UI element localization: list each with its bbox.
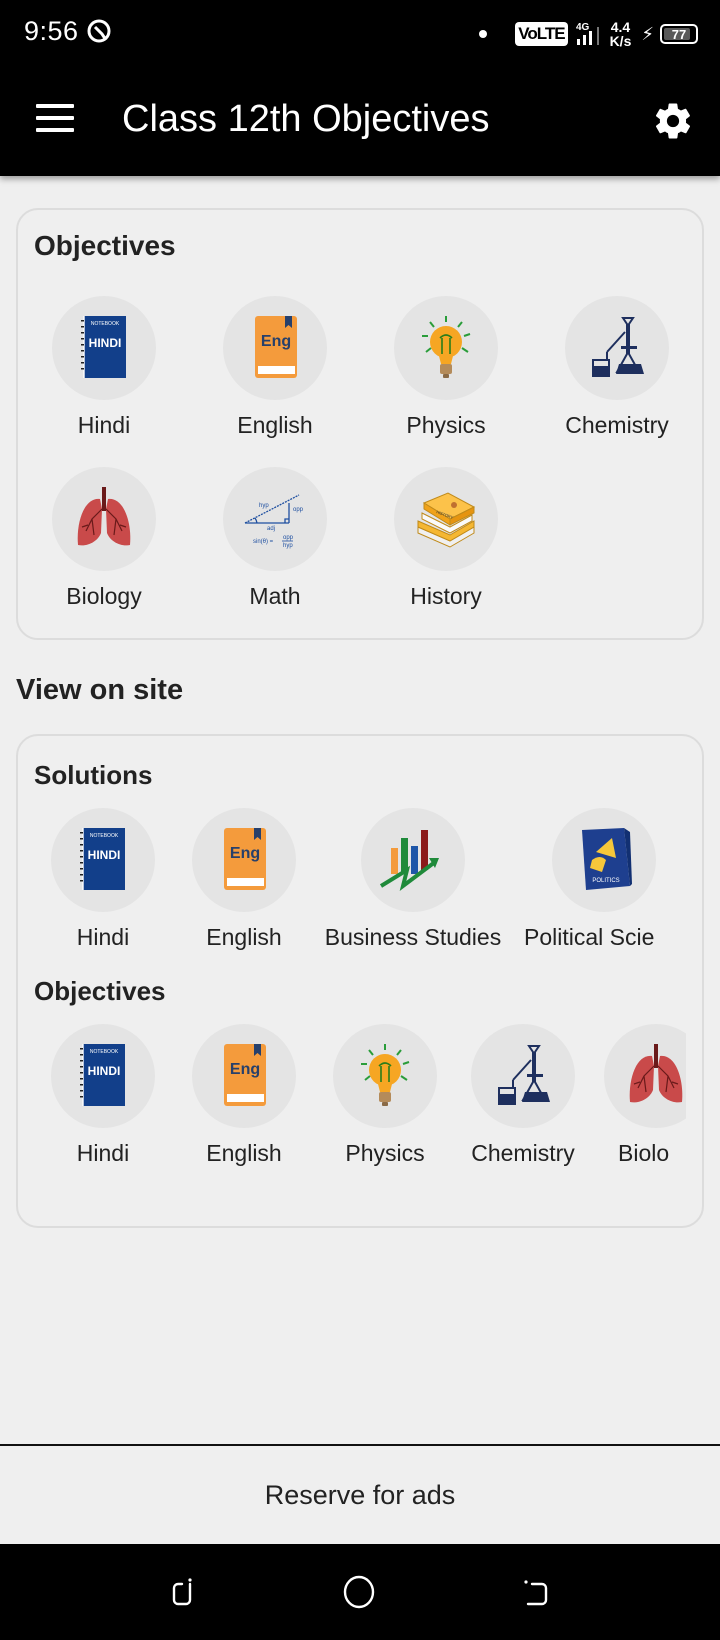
lightbulb-icon: [410, 312, 482, 384]
home-icon[interactable]: [341, 1574, 377, 1610]
charging-icon: ⚡: [641, 23, 654, 44]
item-label: Hindi: [76, 1140, 130, 1166]
hindi-notebook-icon: [67, 824, 139, 896]
ad-banner-text: Reserve for ads: [264, 1479, 456, 1510]
lungs-icon: [68, 483, 140, 555]
item-label: History: [410, 583, 482, 609]
network-speed: 4.4 K/s: [610, 20, 632, 48]
item-label: Math: [249, 583, 301, 609]
status-bar: 9:56 VoLTE 4G 4.4 K/s ⚡ 77: [0, 0, 720, 68]
volte-badge: VoLTE: [515, 22, 568, 46]
politics-book-icon: [568, 824, 640, 896]
item-label: English: [206, 1140, 282, 1166]
solutions-title: Solutions: [34, 760, 153, 790]
solution-item-political-science[interactable]: Political Scie: [524, 808, 684, 951]
item-label: English: [206, 924, 282, 950]
history-books-icon: [410, 483, 482, 555]
item-label: English: [237, 412, 313, 438]
battery-level: 77: [671, 26, 687, 42]
item-label: Physics: [406, 412, 486, 438]
site-objectives-scroll-row[interactable]: Hindi English Physics Chemistry Biolo: [34, 1024, 686, 1194]
ad-banner: Reserve for ads: [0, 1444, 720, 1544]
item-label: Business Studies: [324, 924, 502, 950]
english-book-icon: [239, 312, 311, 384]
objective-item-physics[interactable]: Physics: [376, 296, 516, 439]
solution-item-hindi[interactable]: Hindi: [48, 808, 158, 951]
app-title: Class 12th Objectives: [122, 98, 490, 140]
item-label: Biology: [66, 583, 142, 609]
hamburger-menu-icon[interactable]: [36, 104, 74, 132]
lab-flask-icon: [487, 1040, 559, 1112]
recent-apps-icon[interactable]: [166, 1574, 202, 1610]
back-icon[interactable]: [518, 1574, 554, 1610]
gear-icon[interactable]: [652, 100, 694, 142]
objective-item-hindi[interactable]: Hindi: [34, 296, 174, 439]
signal-strength-icon: 4G: [576, 22, 599, 45]
objectives-card: Objectives Hindi English Physics Chemist…: [16, 208, 704, 640]
hindi-notebook-icon: [67, 1040, 139, 1112]
objective-item-math[interactable]: Math: [205, 467, 345, 610]
solution-item-business-studies[interactable]: Business Studies: [318, 808, 508, 951]
app-bar: Class 12th Objectives: [0, 68, 720, 176]
item-label: Hindi: [77, 412, 131, 438]
site-objective-item-biology[interactable]: Biolo: [604, 1024, 686, 1167]
lungs-icon: [620, 1040, 686, 1112]
item-label: Chemistry: [471, 1140, 575, 1166]
item-label: Chemistry: [565, 412, 669, 438]
growth-chart-icon: [377, 824, 449, 896]
item-label: Physics: [345, 1140, 425, 1166]
view-on-site-title: View on site: [16, 674, 184, 706]
site-objective-item-physics[interactable]: Physics: [330, 1024, 440, 1167]
site-objectives-title: Objectives: [34, 976, 166, 1006]
objective-item-history[interactable]: History: [376, 467, 516, 610]
solutions-scroll-row[interactable]: Hindi English Business Studies Political…: [34, 808, 686, 978]
lab-flask-icon: [581, 312, 653, 384]
lightbulb-icon: [349, 1040, 421, 1112]
svg-text:4G: 4G: [576, 22, 590, 33]
speed-value: 4.4: [610, 19, 631, 35]
item-label: Political Scie: [524, 924, 655, 950]
objective-item-english[interactable]: English: [205, 296, 345, 439]
speed-unit: K/s: [609, 33, 632, 49]
solution-item-english[interactable]: English: [189, 808, 299, 951]
english-book-icon: [208, 1040, 280, 1112]
view-on-site-card: Solutions Hindi English Business Studies…: [16, 734, 704, 1228]
hindi-notebook-icon: [68, 312, 140, 384]
trigonometry-icon: [239, 483, 311, 555]
site-objective-item-english[interactable]: English: [189, 1024, 299, 1167]
objectives-card-title: Objectives: [34, 230, 176, 261]
system-nav-bar: [0, 1544, 720, 1640]
site-objective-item-hindi[interactable]: Hindi: [48, 1024, 158, 1167]
item-label: Hindi: [76, 924, 130, 950]
site-objective-item-chemistry[interactable]: Chemistry: [458, 1024, 588, 1167]
status-indicators: VoLTE 4G 4.4 K/s ⚡ 77: [479, 14, 698, 54]
item-label: Biolo: [618, 1140, 670, 1166]
battery-icon: 77: [660, 24, 698, 44]
objective-item-biology[interactable]: Biology: [34, 467, 174, 610]
objective-item-chemistry[interactable]: Chemistry: [547, 296, 687, 439]
notification-dot-icon: [479, 30, 488, 38]
english-book-icon: [208, 824, 280, 896]
status-time: 9:56: [24, 16, 79, 46]
data-saver-icon: [87, 19, 111, 43]
